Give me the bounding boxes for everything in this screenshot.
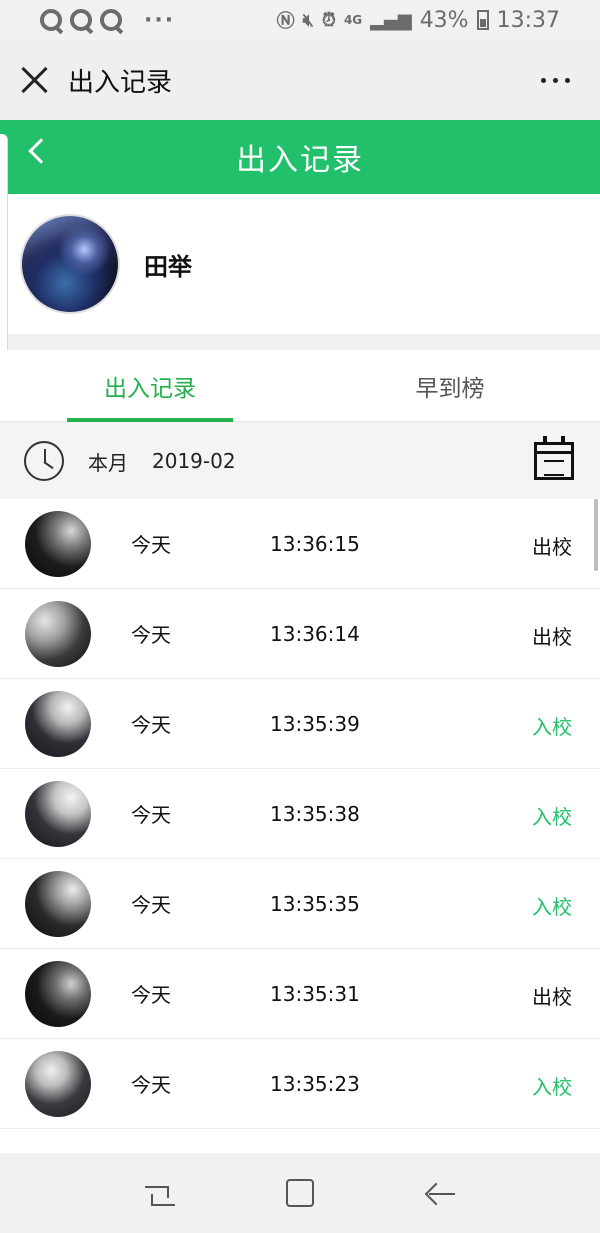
record-status: 入校 [532,805,572,829]
signal-icon: ▂▄▆ [370,9,412,31]
avatar [25,1050,91,1117]
alarm-icon: ⏰︎ [321,9,336,31]
record-day: 今天 [131,803,171,827]
record-time: 13:35:39 [270,711,360,736]
app-notification-icon [70,9,92,31]
record-day: 今天 [131,893,171,917]
calendar-icon[interactable] [534,436,574,480]
list-item[interactable]: 今天 13:36:15 出校 [0,499,600,589]
network-type: 4G [343,13,363,27]
notification-icons: ··· [40,8,175,33]
clock-time: 13:37 [496,7,560,33]
record-time: 13:35:23 [270,1071,360,1096]
profile-name: 田举 [144,252,192,281]
record-day: 今天 [131,623,171,647]
record-day: 今天 [131,533,171,557]
app-notification-icon [100,9,122,31]
record-time: 13:35:35 [270,891,360,916]
webview-topbar: 出入记录 [0,40,600,120]
month-filter: 本月 2019-02 [0,423,600,499]
record-day: 今天 [131,713,171,737]
record-status: 出校 [532,625,572,649]
avatar [20,214,120,314]
record-status: 入校 [532,1075,572,1099]
profile-card: 田举 [0,194,600,334]
record-day: 今天 [131,983,171,1007]
system-back-icon[interactable] [425,1182,455,1204]
month-label: 本月 [88,450,128,475]
record-status: 出校 [532,535,572,559]
battery-icon [476,10,489,30]
record-time: 13:36:15 [270,531,360,556]
list-item[interactable]: 今天 13:35:38 入校 [0,769,600,859]
system-nav-bar [0,1153,600,1233]
recent-apps-icon[interactable] [145,1182,176,1206]
list-item-partial[interactable] [0,1129,600,1153]
records-list: 今天 13:36:15 出校 今天 13:36:14 出校 今天 13:35:3… [0,499,600,1153]
list-item[interactable]: 今天 13:35:31 出校 [0,949,600,1039]
record-status: 出校 [532,985,572,1009]
nfc-icon: Ⓝ [276,11,295,32]
side-drawer-handle[interactable] [0,134,8,380]
record-time: 13:36:14 [270,621,360,646]
avatar [25,510,91,577]
avatar [25,960,91,1027]
clock-icon [24,441,64,481]
list-item[interactable]: 今天 13:35:35 入校 [0,859,600,949]
status-bar: ··· Ⓝ 🔇︎ ⏰︎ 4G ▂▄▆ 43% 13:37 [0,0,600,40]
list-item[interactable]: 今天 13:36:14 出校 [0,589,600,679]
record-time: 13:35:31 [270,981,360,1006]
record-time: 13:35:38 [270,801,360,826]
back-icon[interactable] [28,138,54,164]
webview-title: 出入记录 [68,67,173,98]
mute-icon: 🔇︎ [302,9,314,31]
more-options-icon[interactable] [541,77,570,83]
page-title: 出入记录 [236,143,364,178]
tab-records[interactable]: 出入记录 [0,350,300,422]
avatar [25,870,91,937]
record-status: 入校 [532,715,572,739]
system-icons: Ⓝ 🔇︎ ⏰︎ 4G ▂▄▆ 43% 13:37 [277,7,560,33]
avatar [25,600,91,667]
list-item[interactable]: 今天 13:35:23 入校 [0,1039,600,1129]
list-item[interactable]: 今天 13:35:39 入校 [0,679,600,769]
tab-early-ranking[interactable]: 早到榜 [300,350,600,421]
battery-percent: 43% [419,7,469,33]
more-notifications-icon: ··· [144,7,176,33]
record-status: 入校 [532,895,572,919]
avatar [25,690,91,757]
app-notification-icon [40,9,62,31]
avatar [25,780,91,847]
tab-bar: 出入记录 早到榜 [0,350,600,422]
page-header: 出入记录 [0,120,600,194]
record-day: 今天 [131,1073,171,1097]
month-value[interactable]: 2019-02 [152,449,236,473]
home-icon[interactable] [285,1179,314,1207]
close-icon[interactable] [20,65,50,95]
